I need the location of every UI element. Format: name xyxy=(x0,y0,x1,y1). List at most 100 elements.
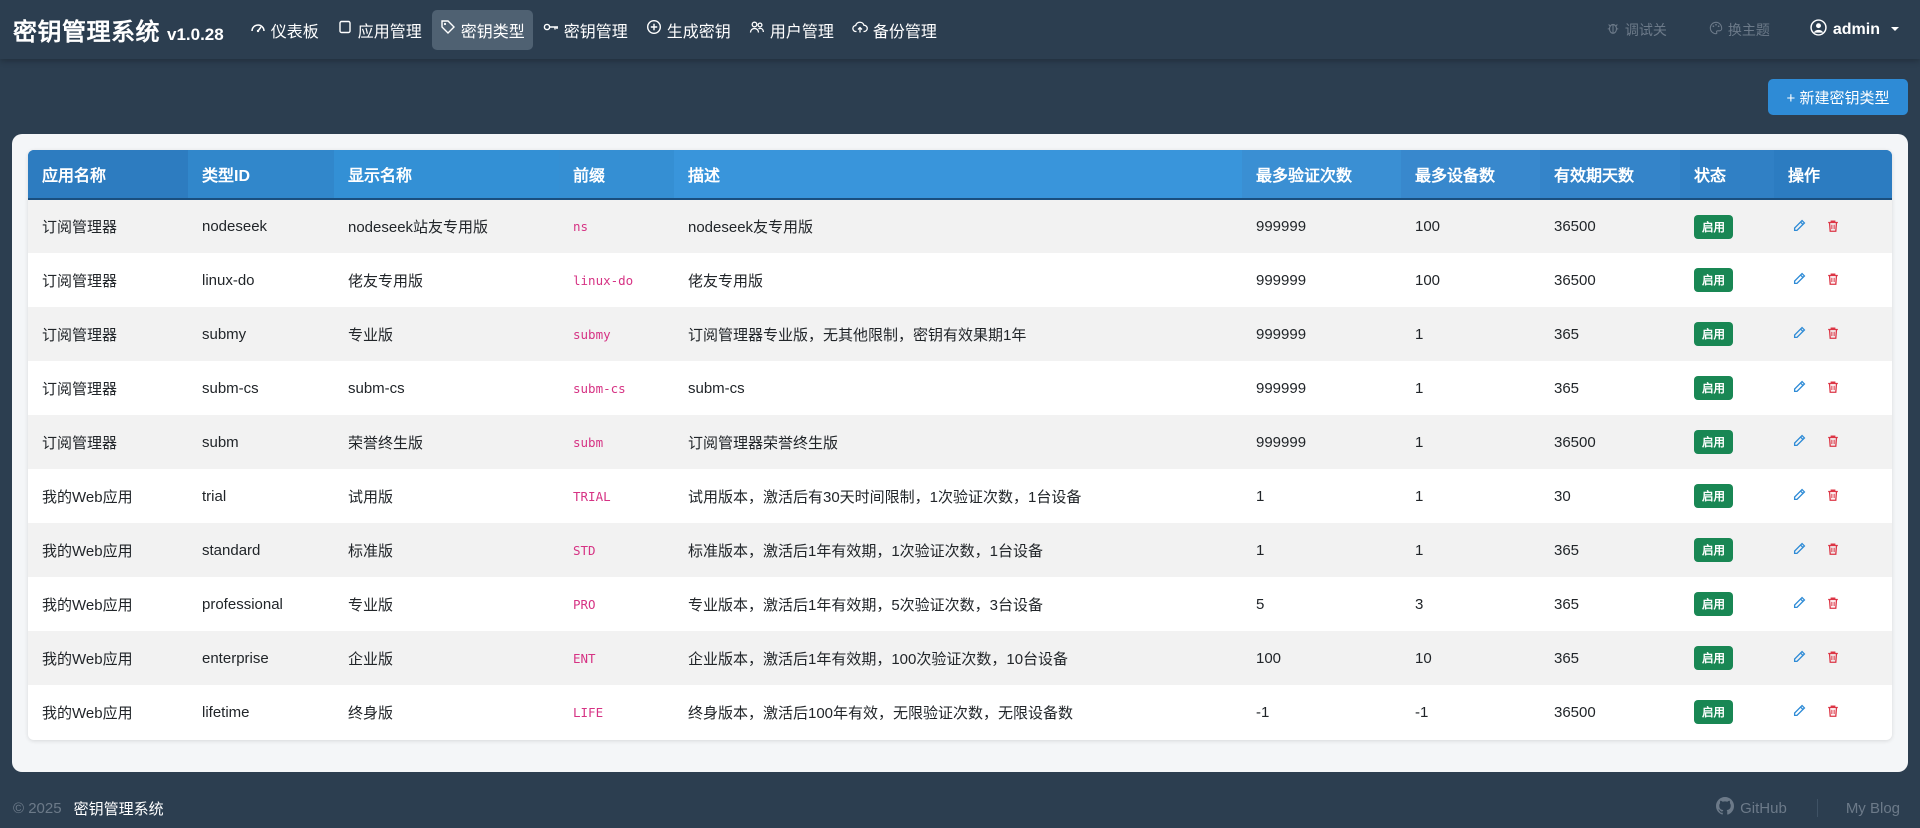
cell-max-devices: -1 xyxy=(1415,703,1429,721)
edit-button[interactable] xyxy=(1792,219,1808,235)
cell-prefix: TRIAL xyxy=(573,488,611,504)
cell-prefix: subm xyxy=(573,434,604,450)
edit-button[interactable] xyxy=(1792,326,1808,342)
cell-display: nodeseek站友专用版 xyxy=(348,219,489,236)
nav-item-apps[interactable]: 应用管理 xyxy=(329,10,430,50)
delete-button[interactable] xyxy=(1826,434,1842,450)
cell-max-verify: 999999 xyxy=(1256,379,1307,397)
debug-toggle[interactable]: 调试关 xyxy=(1606,20,1667,40)
delete-button[interactable] xyxy=(1826,596,1842,612)
new-key-type-button[interactable]: + 新建密钥类型 xyxy=(1768,79,1908,115)
cell-description: 试用版本，激活后有30天时间限制，1次验证次数，1台设备 xyxy=(688,488,1082,506)
status-badge: 启用 xyxy=(1694,376,1733,400)
cell-days: 365 xyxy=(1554,325,1580,343)
cell-status: 启用 xyxy=(1680,253,1774,307)
bug-icon xyxy=(1606,21,1620,38)
username: admin xyxy=(1832,20,1880,38)
table-header: 应用名称 类型ID 显示名称 前缀 描述 最多验证次数 最多设备数 有效期天数 … xyxy=(28,150,1892,199)
cell-prefix: submy xyxy=(573,326,611,342)
nav-item-dashboard[interactable]: 仪表板 xyxy=(242,10,327,50)
cell-status: 启用 xyxy=(1680,523,1774,577)
cell-days: 365 xyxy=(1554,541,1580,559)
cell-actions xyxy=(1774,361,1892,415)
delete-button[interactable] xyxy=(1826,380,1842,396)
trash-icon xyxy=(1828,597,1838,609)
cell-description: 终身版本，激活后100年有效，无限验证次数，无限设备数 xyxy=(688,704,1074,722)
github-link[interactable]: GitHub xyxy=(1716,797,1787,819)
th-description[interactable]: 描述 xyxy=(674,150,1242,199)
th-app-name[interactable]: 应用名称 xyxy=(28,150,188,199)
pencil-icon xyxy=(1793,326,1806,339)
pencil-icon xyxy=(1793,219,1806,231)
user-circle-icon xyxy=(1810,18,1827,41)
cell-days: 36500 xyxy=(1554,218,1596,235)
cell-type-id: standard xyxy=(202,541,261,559)
cell-type-id: trial xyxy=(202,487,227,505)
cell-max-devices: 100 xyxy=(1415,271,1441,289)
cell-app: 我的Web应用 xyxy=(42,704,133,722)
status-badge: 启用 xyxy=(1694,322,1733,346)
cell-actions xyxy=(1774,523,1892,577)
nav-item-users[interactable]: 用户管理 xyxy=(741,10,842,50)
trash-icon xyxy=(1828,220,1838,232)
edit-button[interactable] xyxy=(1792,488,1808,504)
cell-prefix: ENT xyxy=(573,650,596,666)
theme-switch[interactable]: 换主题 xyxy=(1709,20,1770,40)
trash-icon xyxy=(1828,327,1838,339)
delete-button[interactable] xyxy=(1826,272,1842,288)
cell-prefix: STD xyxy=(573,542,596,558)
th-status: 状态 xyxy=(1680,150,1774,199)
cell-actions xyxy=(1774,577,1892,631)
delete-button[interactable] xyxy=(1826,542,1842,558)
th-display-name[interactable]: 显示名称 xyxy=(334,150,559,199)
cell-app: 我的Web应用 xyxy=(42,542,133,560)
cell-status: 启用 xyxy=(1680,631,1774,685)
blog-link[interactable]: My Blog xyxy=(1846,800,1900,817)
cell-display: 专业版 xyxy=(348,326,394,344)
cell-max-devices: 100 xyxy=(1415,218,1441,235)
cell-days: 365 xyxy=(1554,595,1580,613)
nav-item-key-types[interactable]: 密钥类型 xyxy=(431,9,533,50)
copyright: © 2025 xyxy=(13,799,62,817)
table-row: 订阅管理器 subm 荣誉终生版 subm 订阅管理器荣誉终生版 999999 … xyxy=(28,415,1892,469)
delete-button[interactable] xyxy=(1826,488,1842,504)
nav-item-keys[interactable]: 密钥管理 xyxy=(535,10,636,50)
cell-max-verify: 5 xyxy=(1256,595,1265,613)
brand[interactable]: 密钥管理系统 v1.0.28 xyxy=(13,12,224,47)
cell-status: 启用 xyxy=(1680,577,1774,631)
delete-button[interactable] xyxy=(1826,219,1842,235)
delete-button[interactable] xyxy=(1826,704,1842,720)
cell-app: 订阅管理器 xyxy=(42,434,118,452)
edit-button[interactable] xyxy=(1792,596,1808,612)
cell-description: subm-cs xyxy=(688,379,745,397)
edit-button[interactable] xyxy=(1792,650,1808,666)
cell-display: 标准版 xyxy=(348,542,394,560)
edit-button[interactable] xyxy=(1792,380,1808,396)
status-badge: 启用 xyxy=(1694,592,1733,616)
nav-item-backup[interactable]: 备份管理 xyxy=(844,10,945,50)
cell-max-verify: 1 xyxy=(1256,487,1265,505)
cell-app: 订阅管理器 xyxy=(42,219,118,236)
cell-display: 专业版 xyxy=(348,596,394,614)
delete-button[interactable] xyxy=(1826,326,1842,342)
edit-button[interactable] xyxy=(1792,434,1808,450)
cell-description: nodeseek友专用版 xyxy=(688,219,814,236)
delete-button[interactable] xyxy=(1826,650,1842,666)
th-valid-days[interactable]: 有效期天数 xyxy=(1540,150,1680,199)
th-max-verify[interactable]: 最多验证次数 xyxy=(1242,150,1401,199)
th-max-devices[interactable]: 最多设备数 xyxy=(1401,150,1540,199)
cell-max-devices: 1 xyxy=(1415,379,1424,397)
edit-button[interactable] xyxy=(1792,272,1808,288)
table-row: 我的Web应用 enterprise 企业版 ENT 企业版本，激活后1年有效期… xyxy=(28,631,1892,685)
cell-days: 30 xyxy=(1554,487,1571,505)
edit-button[interactable] xyxy=(1792,704,1808,720)
th-type-id[interactable]: 类型ID xyxy=(188,150,334,199)
github-icon xyxy=(1716,797,1735,819)
cell-max-verify: -1 xyxy=(1256,703,1270,721)
th-prefix[interactable]: 前缀 xyxy=(559,150,674,199)
edit-button[interactable] xyxy=(1792,542,1808,558)
nav-item-generate-key[interactable]: 生成密钥 xyxy=(638,10,739,50)
cell-app: 订阅管理器 xyxy=(42,326,118,344)
user-menu[interactable]: admin xyxy=(1810,18,1900,41)
footer-app-name: 密钥管理系统 xyxy=(73,800,164,818)
